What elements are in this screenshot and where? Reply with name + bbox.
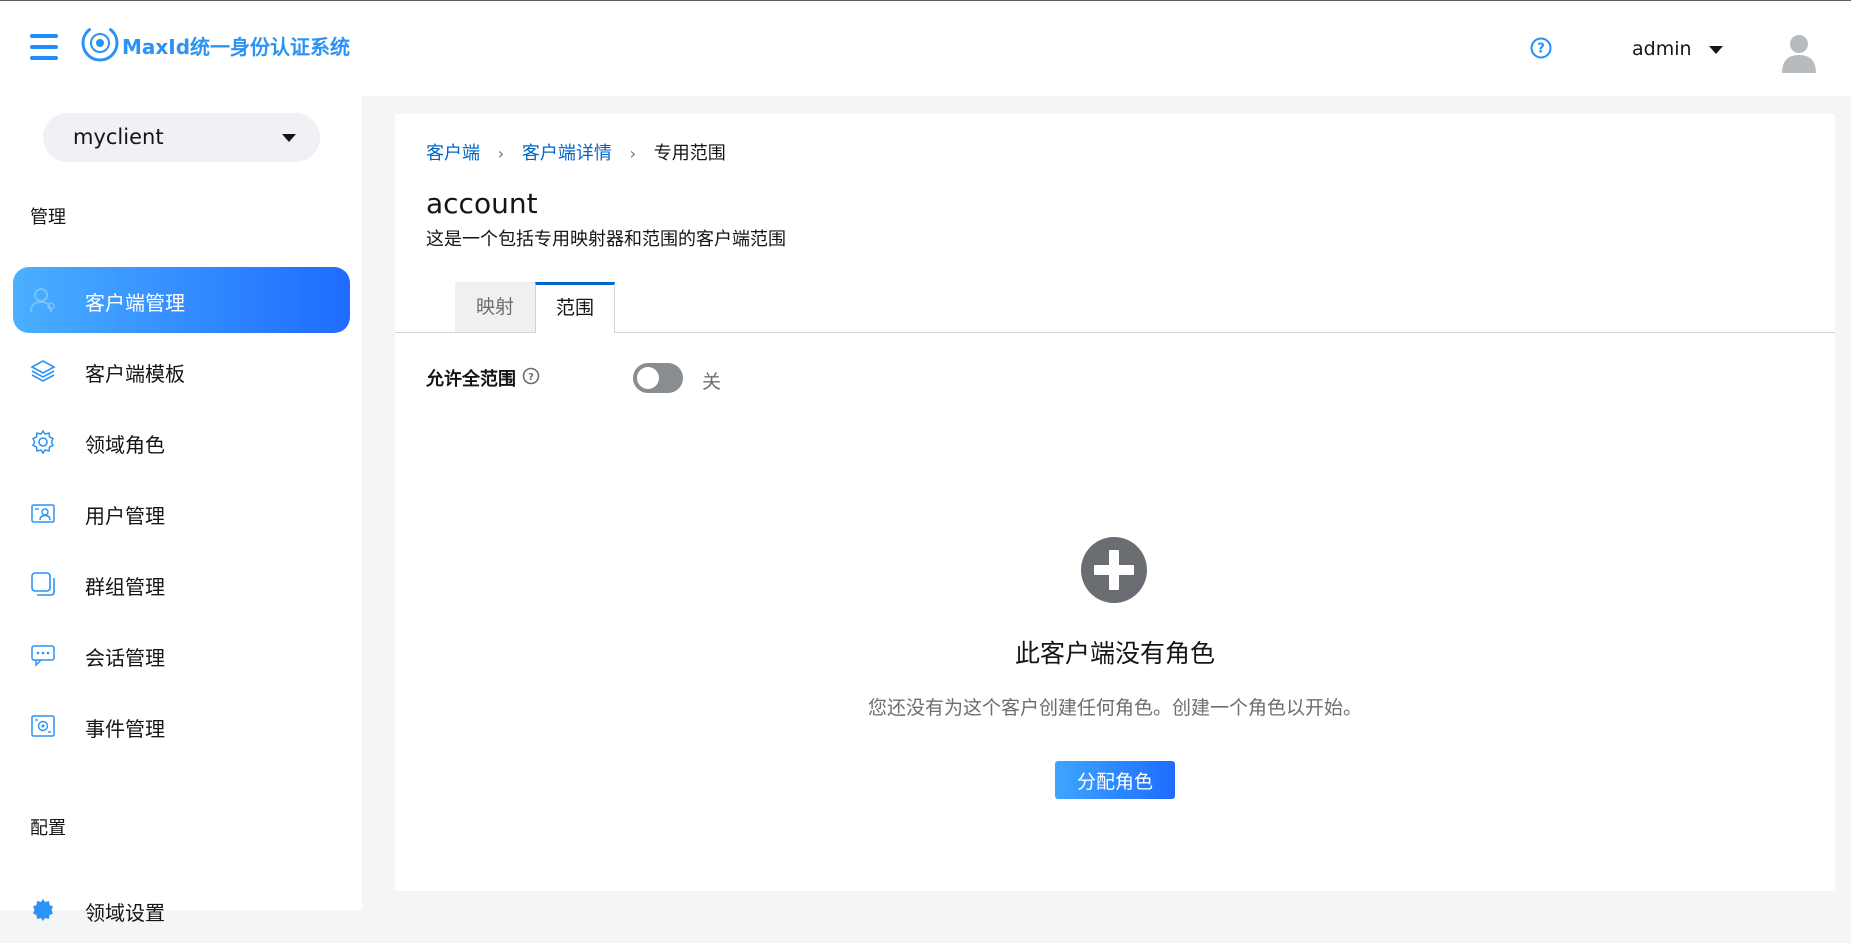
- sidebar-item-realm-settings[interactable]: 领域设置: [13, 877, 350, 943]
- page-title: account: [426, 187, 538, 220]
- content-card: 客户端 › 客户端详情 › 专用范围 account 这是一个包括专用映射器和范…: [395, 114, 1835, 891]
- assign-role-button[interactable]: 分配角色: [1055, 761, 1175, 799]
- event-icon: [31, 715, 55, 737]
- sidebar-item-label: 群组管理: [85, 575, 165, 599]
- full-scope-toggle[interactable]: [633, 363, 683, 393]
- chat-icon: [31, 645, 55, 667]
- chevron-right-icon: ›: [629, 144, 637, 163]
- plus-circle-icon: [1081, 537, 1147, 603]
- svg-text:?: ?: [528, 372, 534, 383]
- user-menu-name[interactable]: admin: [1632, 38, 1692, 60]
- layers-icon: [30, 360, 56, 382]
- sidebar-item-label: 事件管理: [85, 717, 165, 741]
- settings-icon: [33, 899, 53, 921]
- sidebar-item-label: 领域角色: [85, 433, 165, 457]
- client-selector-value: myclient: [73, 125, 164, 149]
- section-label-config: 配置: [30, 818, 66, 839]
- avatar-icon[interactable]: [1780, 33, 1818, 73]
- sidebar-item-label: 客户端管理: [85, 291, 185, 315]
- page-description: 这是一个包括专用映射器和范围的客户端范围: [426, 229, 786, 250]
- caret-down-icon[interactable]: [1709, 46, 1723, 54]
- group-icon: [31, 572, 55, 596]
- id-card-icon: [31, 504, 55, 523]
- sidebar-item-label: 领域设置: [85, 901, 165, 925]
- sidebar-item-group-management[interactable]: 群组管理: [13, 551, 350, 617]
- toggle-knob: [637, 367, 659, 389]
- help-icon[interactable]: ?: [522, 367, 540, 385]
- breadcrumb: 客户端 › 客户端详情 › 专用范围: [426, 139, 726, 165]
- empty-state-body: 您还没有为这个客户创建任何角色。创建一个角色以开始。: [867, 697, 1362, 719]
- sidebar-item-session-management[interactable]: 会话管理: [13, 622, 350, 688]
- full-scope-label: 允许全范围: [426, 369, 516, 390]
- sidebar-item-client-management[interactable]: 客户端管理: [13, 267, 350, 333]
- tab-scope[interactable]: 范围: [535, 282, 615, 333]
- user-icon: [30, 288, 55, 313]
- sidebar: myclient 管理 客户端管理 客户端模板 领域角色 用户管理 群组管理 会…: [0, 96, 362, 925]
- sidebar-item-label: 客户端模板: [85, 362, 185, 386]
- tab-mappers[interactable]: 映射: [455, 282, 535, 333]
- section-label-manage: 管理: [30, 207, 66, 228]
- breadcrumb-link-client-details[interactable]: 客户端详情: [522, 143, 612, 164]
- brand-title: MaxId统一身份认证系统: [122, 35, 351, 59]
- gear-icon: [32, 429, 54, 455]
- hamburger-menu-icon[interactable]: [30, 34, 58, 60]
- sidebar-item-client-templates[interactable]: 客户端模板: [13, 338, 350, 404]
- breadcrumb-link-clients[interactable]: 客户端: [426, 143, 480, 164]
- chevron-right-icon: ›: [497, 144, 505, 163]
- brand-logo-icon: [81, 24, 119, 62]
- help-icon[interactable]: ?: [1530, 37, 1552, 59]
- sidebar-item-label: 用户管理: [85, 504, 165, 528]
- breadcrumb-current: 专用范围: [653, 143, 726, 164]
- sidebar-item-label: 会话管理: [85, 646, 165, 670]
- full-scope-toggle-state: 关: [702, 371, 722, 393]
- sidebar-item-realm-roles[interactable]: 领域角色: [13, 409, 350, 475]
- empty-state-title: 此客户端没有角色: [1014, 639, 1215, 668]
- caret-down-icon: [282, 134, 296, 142]
- sidebar-item-event-management[interactable]: 事件管理: [13, 693, 350, 759]
- sidebar-item-user-management[interactable]: 用户管理: [13, 480, 350, 546]
- top-header: MaxId统一身份认证系统 ? admin: [0, 1, 1851, 96]
- svg-text:?: ?: [1537, 42, 1545, 57]
- client-selector[interactable]: myclient: [43, 113, 320, 162]
